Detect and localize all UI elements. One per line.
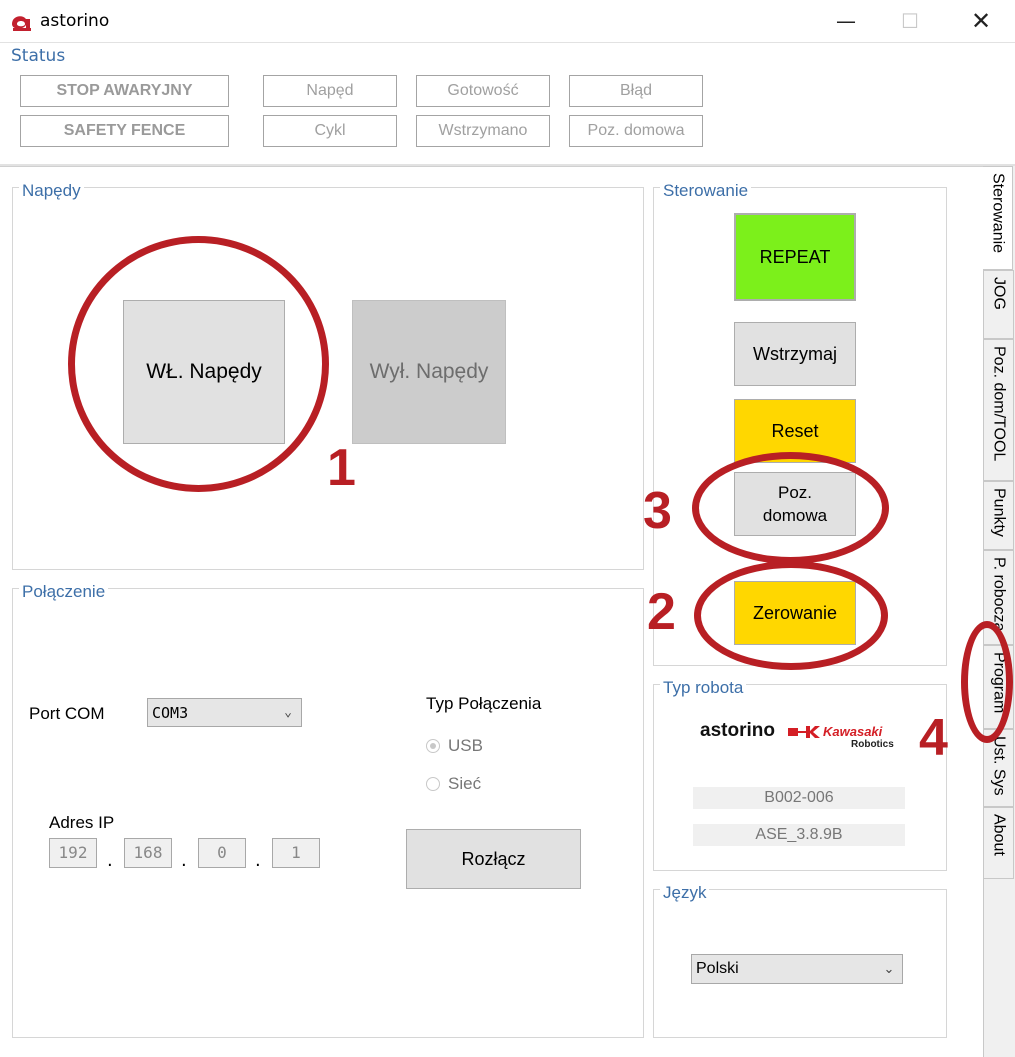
- drives-on-button[interactable]: WŁ. Napędy: [123, 300, 285, 444]
- reset-label: Reset: [771, 420, 819, 441]
- robot-model-field: B002-006: [693, 787, 905, 809]
- annotation-number-2: 2: [647, 583, 676, 641]
- tab-sterowanie[interactable]: Sterowanie: [983, 166, 1013, 270]
- ready-indicator: Gotowość: [416, 75, 550, 107]
- chevron-down-icon: ⌄: [284, 705, 292, 720]
- connection-legend: Połączenie: [19, 582, 109, 602]
- ip-address-label: Adres IP: [49, 813, 115, 832]
- annotation-number-1: 1: [327, 439, 356, 497]
- ip-octet-2[interactable]: 168: [124, 838, 172, 868]
- tab-jog[interactable]: JOG: [984, 270, 1014, 339]
- home-position-button[interactable]: Poz. domowa: [734, 472, 856, 536]
- language-value: Polski: [696, 960, 739, 977]
- radio-network-label: Sieć: [448, 774, 482, 793]
- annotation-number-4: 4: [919, 709, 948, 767]
- kawasaki-robotics-text: Robotics: [851, 739, 894, 750]
- drives-off-button[interactable]: Wył. Napędy: [352, 300, 506, 444]
- status-legend: Status: [9, 46, 68, 66]
- repeat-label: REPEAT: [759, 246, 831, 267]
- home-position-indicator: Poz. domowa: [569, 115, 703, 147]
- window-title: astorino: [40, 11, 110, 31]
- kawasaki-brand-text: Kawasaki: [823, 724, 883, 739]
- radio-usb-dot: [426, 739, 440, 753]
- ip-separator: .: [255, 850, 261, 871]
- port-com-select[interactable]: COM3 ⌄: [147, 698, 302, 727]
- drives-group: [12, 187, 644, 570]
- repeat-button[interactable]: REPEAT: [734, 213, 856, 301]
- disconnect-button[interactable]: Rozłącz: [406, 829, 581, 889]
- radio-network-dot: [426, 777, 440, 791]
- title-bar: [0, 0, 1015, 42]
- radio-usb[interactable]: USB: [426, 736, 483, 756]
- home-position-label: Poz. domowa: [762, 483, 828, 525]
- annotation-number-3: 3: [643, 482, 672, 540]
- drives-off-label: Wył. Napędy: [369, 360, 489, 383]
- cycle-indicator: Cykl: [263, 115, 397, 147]
- tab-about[interactable]: About: [984, 807, 1014, 879]
- disconnect-label: Rozłącz: [461, 848, 526, 869]
- maximize-button[interactable]: ☐: [895, 8, 925, 34]
- ip-separator: .: [107, 850, 113, 871]
- reset-button[interactable]: Reset: [734, 399, 856, 463]
- drives-on-label: WŁ. Napędy: [146, 360, 262, 383]
- control-legend: Sterowanie: [660, 181, 752, 201]
- robot-type-legend: Typ robota: [660, 678, 747, 698]
- software-version-field: ASE_3.8.9B: [693, 824, 905, 846]
- ip-separator: .: [181, 850, 187, 871]
- minimize-button[interactable]: —: [831, 8, 861, 34]
- language-legend: Język: [660, 883, 710, 903]
- zeroing-button[interactable]: Zerowanie: [734, 581, 856, 645]
- drives-legend: Napędy: [19, 181, 84, 201]
- close-button[interactable]: ✕: [966, 8, 996, 34]
- kawasaki-logo-icon: [788, 726, 820, 738]
- drive-indicator: Napęd: [263, 75, 397, 107]
- port-com-label: Port COM: [29, 704, 105, 723]
- tab-home-tool[interactable]: Poz. dom/TOOL: [984, 339, 1014, 481]
- hold-label: Wstrzymaj: [753, 343, 837, 364]
- safety-fence-indicator: SAFETY FENCE: [20, 115, 229, 147]
- astorino-brand-logo: astorino: [700, 720, 775, 741]
- tab-work-area[interactable]: P. robocza: [984, 550, 1014, 645]
- tab-system-settings[interactable]: Ust. Sys: [984, 729, 1014, 807]
- chevron-down-icon: ⌄: [883, 961, 895, 976]
- error-indicator: Błąd: [569, 75, 703, 107]
- emergency-stop-indicator: STOP AWARYJNY: [20, 75, 229, 107]
- zeroing-label: Zerowanie: [752, 602, 838, 623]
- ip-octet-1[interactable]: 192: [49, 838, 97, 868]
- language-select[interactable]: Polski ⌄: [691, 954, 903, 984]
- connection-type-label: Typ Połączenia: [426, 694, 542, 713]
- port-com-value: COM3: [152, 703, 189, 722]
- radio-usb-label: USB: [448, 736, 483, 755]
- tab-program[interactable]: Program: [984, 645, 1014, 729]
- astorino-logo-icon: [12, 16, 31, 31]
- radio-network[interactable]: Sieć: [426, 774, 481, 794]
- tab-points[interactable]: Punkty: [984, 481, 1014, 550]
- hold-indicator: Wstrzymano: [416, 115, 550, 147]
- hold-button[interactable]: Wstrzymaj: [734, 322, 856, 386]
- ip-octet-3[interactable]: 0: [198, 838, 246, 868]
- ip-octet-4[interactable]: 1: [272, 838, 320, 868]
